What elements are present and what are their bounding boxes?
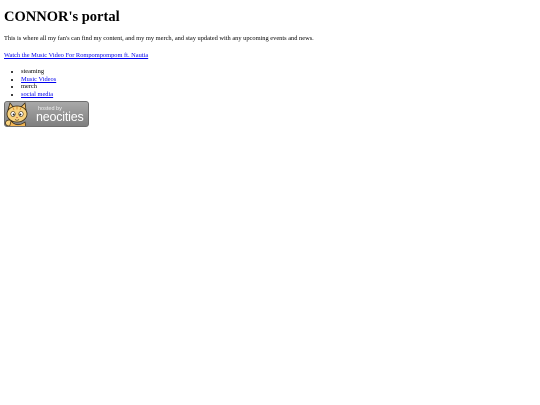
badge-brand: neocities xyxy=(36,110,84,125)
page-content: CONNOR's portal This is where all my fan… xyxy=(4,0,534,128)
menu-item-label: steaming xyxy=(21,68,45,75)
music-video-link[interactable]: Watch the Music Video For Rompompompom f… xyxy=(4,52,148,60)
social-media-link[interactable]: social media xyxy=(21,91,53,98)
intro-text: This is where all my fan's can find my c… xyxy=(4,35,314,42)
menu-item-social-media: social media xyxy=(21,91,534,99)
menu-item-steaming: steaming xyxy=(21,68,534,76)
neocities-cat-icon xyxy=(5,102,28,127)
page-title: CONNOR's portal xyxy=(4,9,120,25)
neocities-badge[interactable]: hosted by neocities xyxy=(4,101,89,128)
music-videos-link[interactable]: Music Videos xyxy=(21,76,56,83)
menu-item-label: merch xyxy=(21,83,37,91)
menu-item-music-videos: Music Videos xyxy=(21,76,534,84)
nav-menu: steaming Music Videos merch social media xyxy=(4,68,534,98)
menu-item-merch: merch xyxy=(21,83,534,91)
